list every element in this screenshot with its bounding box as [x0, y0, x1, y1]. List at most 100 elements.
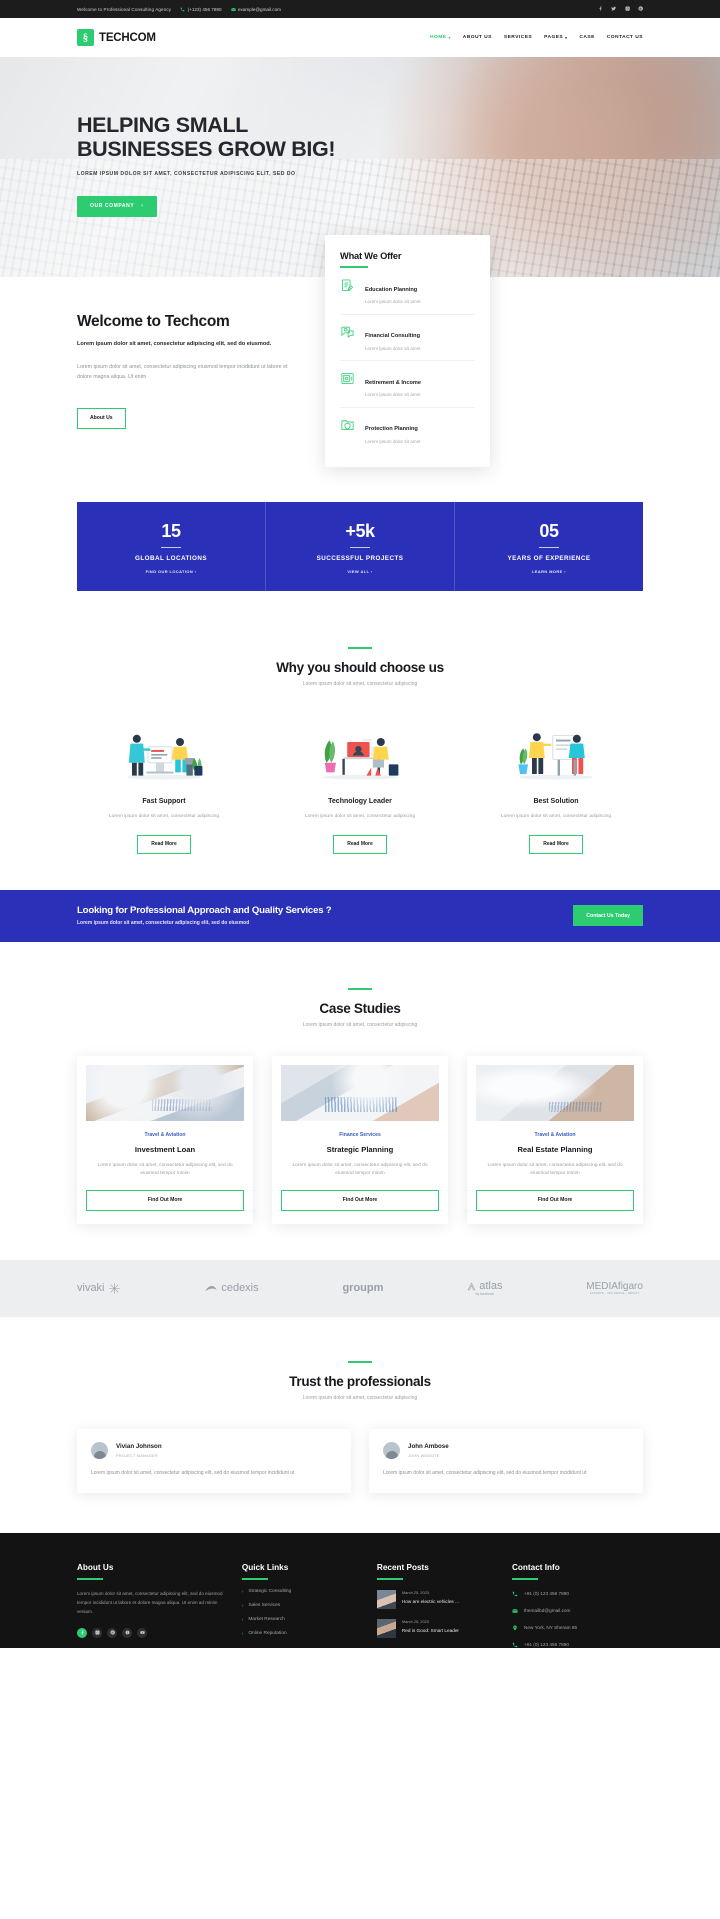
- offer-item-desc: Lorem ipsum dolor sit amet: [365, 392, 421, 397]
- nav-label: CASE: [579, 35, 595, 40]
- case-card-strategic-planning[interactable]: Finance Services Strategic Planning Lore…: [272, 1055, 448, 1224]
- hero-title-line1: HELPING SMALL: [77, 113, 249, 137]
- choose-card-title: Fast Support: [142, 798, 186, 806]
- hero-title-line2: BUSINESSES GROW BIG!: [77, 137, 336, 162]
- top-bar-welcome-text: Welcome to Professional Consulting Agenc…: [77, 6, 172, 12]
- stat-years-of-experience: 05 YEARS OF EXPERIENCE LEARN MORE ›: [455, 502, 643, 591]
- offer-item-education-planning[interactable]: Education Planning Lorem ipsum dolor sit…: [340, 268, 475, 315]
- footer-post-date: March 25, 2023: [401, 1590, 429, 1596]
- site-logo[interactable]: § TECHCOM: [77, 29, 156, 46]
- footer-contact-email[interactable]: themailbd@gmail.com: [512, 1607, 643, 1614]
- case-category: Travel & Aviation: [534, 1131, 576, 1138]
- arrow-right-icon: ›: [194, 569, 197, 575]
- page-root: Welcome to Professional Consulting Agenc…: [0, 0, 720, 1649]
- nav-item-services[interactable]: SERVICES: [504, 35, 532, 40]
- facebook-icon[interactable]: [598, 6, 603, 12]
- arrow-right-icon: ›: [141, 203, 144, 210]
- nav-item-contact-us[interactable]: CONTACT US: [607, 35, 643, 40]
- read-more-button[interactable]: Read More: [137, 834, 191, 854]
- footer-link-strategic-consulting[interactable]: › Strategic Consulting: [242, 1589, 361, 1594]
- case-desc: Lorem ipsum dolor sit amet, consectetur …: [487, 1162, 623, 1177]
- read-more-button[interactable]: Read More: [529, 834, 583, 854]
- find-out-more-button[interactable]: Find Out More: [281, 1189, 439, 1211]
- testimonial-role: PROJECT MANAGER: [116, 1452, 158, 1458]
- footer-recent-posts-column: Recent Posts March 25, 2023 How are elec…: [376, 1563, 496, 1648]
- nav-item-case[interactable]: CASE: [579, 35, 594, 40]
- stat-link-label: FIND OUR LOCATION: [145, 569, 194, 575]
- offer-item-financial-consulting[interactable]: Financial Consulting Lorem ipsum dolor s…: [340, 315, 475, 361]
- footer-underline: [376, 1578, 403, 1581]
- stat-label: SUCCESSFUL PROJECTS: [316, 555, 404, 563]
- find-out-more-button[interactable]: Find Out More: [86, 1189, 244, 1211]
- youtube-icon[interactable]: [137, 1627, 147, 1638]
- case-title: Investment Loan: [134, 1144, 196, 1154]
- footer-link-market-research[interactable]: › Market Research: [242, 1617, 361, 1622]
- top-bar-email[interactable]: example@gmail.com: [230, 7, 281, 12]
- stat-value: +5k: [345, 521, 375, 541]
- top-bar-phone-text: (+123) 456 7890: [187, 6, 222, 12]
- brand-name: MEDIAfigaro: [586, 1281, 643, 1293]
- woman-portrait-thumb: [376, 1590, 396, 1610]
- choose-card-title: Best Solution: [533, 798, 579, 806]
- offer-item-protection-planning[interactable]: Protection Planning Lorem ipsum dolor si…: [340, 408, 475, 454]
- testimonials-title: Trust the professionals: [289, 1373, 431, 1389]
- case-category: Finance Services: [339, 1131, 381, 1138]
- nav-label: PAGES: [544, 35, 564, 40]
- offer-item-title: Retirement & Income: [365, 379, 421, 386]
- chevron-right-icon: ›: [241, 1589, 244, 1595]
- footer-contact-address[interactable]: New York, NY Sheram 85: [512, 1624, 643, 1631]
- footer-socials: [77, 1627, 226, 1638]
- footer-contact-column: Contact Info +91 (0) 123 456 7890 themai…: [512, 1563, 643, 1648]
- case-card-investment-loan[interactable]: Travel & Aviation Investment Loan Lorem …: [77, 1055, 253, 1224]
- footer-contact-phone[interactable]: +91 (0) 123 456 7890: [512, 1590, 643, 1597]
- footer-about-heading: About Us: [77, 1563, 114, 1573]
- nav-item-pages[interactable]: PAGES ▾: [544, 35, 567, 40]
- footer-post-title: Red is Good: Smart Leader: [401, 1628, 459, 1634]
- burst-icon: [108, 1282, 120, 1294]
- skype-icon[interactable]: [122, 1627, 132, 1638]
- stat-link-view-all[interactable]: VIEW ALL ›: [266, 569, 454, 574]
- footer-underline: [241, 1578, 268, 1581]
- pinterest-icon[interactable]: [638, 6, 643, 12]
- brand-logo-groupm: groupm: [342, 1282, 383, 1294]
- footer-contact-heading: Contact Info: [512, 1563, 560, 1573]
- top-bar-phone[interactable]: (+123) 456 7890: [180, 6, 222, 12]
- presentation-board-illustration: [469, 719, 643, 785]
- welcome-lead: Lorem ipsum dolor sit amet, consectetur …: [77, 341, 272, 347]
- case-card-real-estate-planning[interactable]: Travel & Aviation Real Estate Planning L…: [467, 1055, 643, 1224]
- cta-title: Looking for Professional Approach and Qu…: [77, 905, 332, 917]
- section-underline: [348, 987, 372, 990]
- testimonial-card-john-ambose: John Ambose JOHN WEBSITE Lorem ipsum dol…: [369, 1428, 643, 1494]
- nav-item-home[interactable]: HOME ▾: [430, 35, 451, 40]
- offer-item-title: Financial Consulting: [365, 333, 421, 339]
- statistics-bar: 15 GLOBAL LOCATIONS FIND OUR LOCATION › …: [77, 502, 643, 592]
- about-us-button[interactable]: About Us: [77, 407, 126, 429]
- our-company-label: OUR COMPANY: [90, 203, 135, 210]
- nav-item-about-us[interactable]: ABOUT US: [463, 35, 492, 40]
- footer-link-online-reputation[interactable]: › Online Reputation: [242, 1631, 361, 1636]
- facebook-icon[interactable]: [77, 1627, 87, 1638]
- instagram-icon[interactable]: [625, 6, 630, 12]
- stat-link-learn-more[interactable]: LEARN MORE ›: [455, 569, 643, 574]
- footer-underline: [512, 1578, 538, 1581]
- read-more-button[interactable]: Read More: [333, 834, 387, 854]
- contact-us-today-button[interactable]: Contact Us Today: [573, 905, 643, 927]
- our-company-button[interactable]: OUR COMPANY ›: [77, 195, 157, 217]
- footer-post-item[interactable]: March 25, 2023 Red is Good: Smart Leader: [376, 1619, 496, 1639]
- tablet-charts-photo: [281, 1064, 439, 1121]
- testimonial-name: John Ambose: [408, 1443, 449, 1451]
- phone-icon: [512, 1642, 518, 1648]
- brand-logo-mediafigaro: MEDIAfigaro EXPERTS · INFLUENCE · IMPACT: [586, 1281, 643, 1295]
- footer-link-sales-services[interactable]: › Sales Services: [242, 1603, 361, 1608]
- footer-link-label: Sales Services: [248, 1603, 281, 1609]
- find-out-more-button[interactable]: Find Out More: [476, 1189, 634, 1211]
- footer-contact-phone-alt[interactable]: +91 (0) 123 456 7890: [512, 1641, 643, 1648]
- footer-post-item[interactable]: March 25, 2023 How are electric vehicles…: [376, 1590, 496, 1610]
- twitter-icon[interactable]: [611, 6, 617, 11]
- site-footer: About Us Lorem ipsum dolor sit amet, con…: [0, 1533, 720, 1649]
- instagram-icon[interactable]: [92, 1627, 102, 1638]
- offer-item-retirement-income[interactable]: Retirement & Income Lorem ipsum dolor si…: [340, 361, 475, 408]
- pinterest-icon[interactable]: [107, 1627, 117, 1638]
- pin-icon: [513, 1625, 517, 1631]
- stat-link-find-our-location[interactable]: FIND OUR LOCATION ›: [77, 569, 265, 574]
